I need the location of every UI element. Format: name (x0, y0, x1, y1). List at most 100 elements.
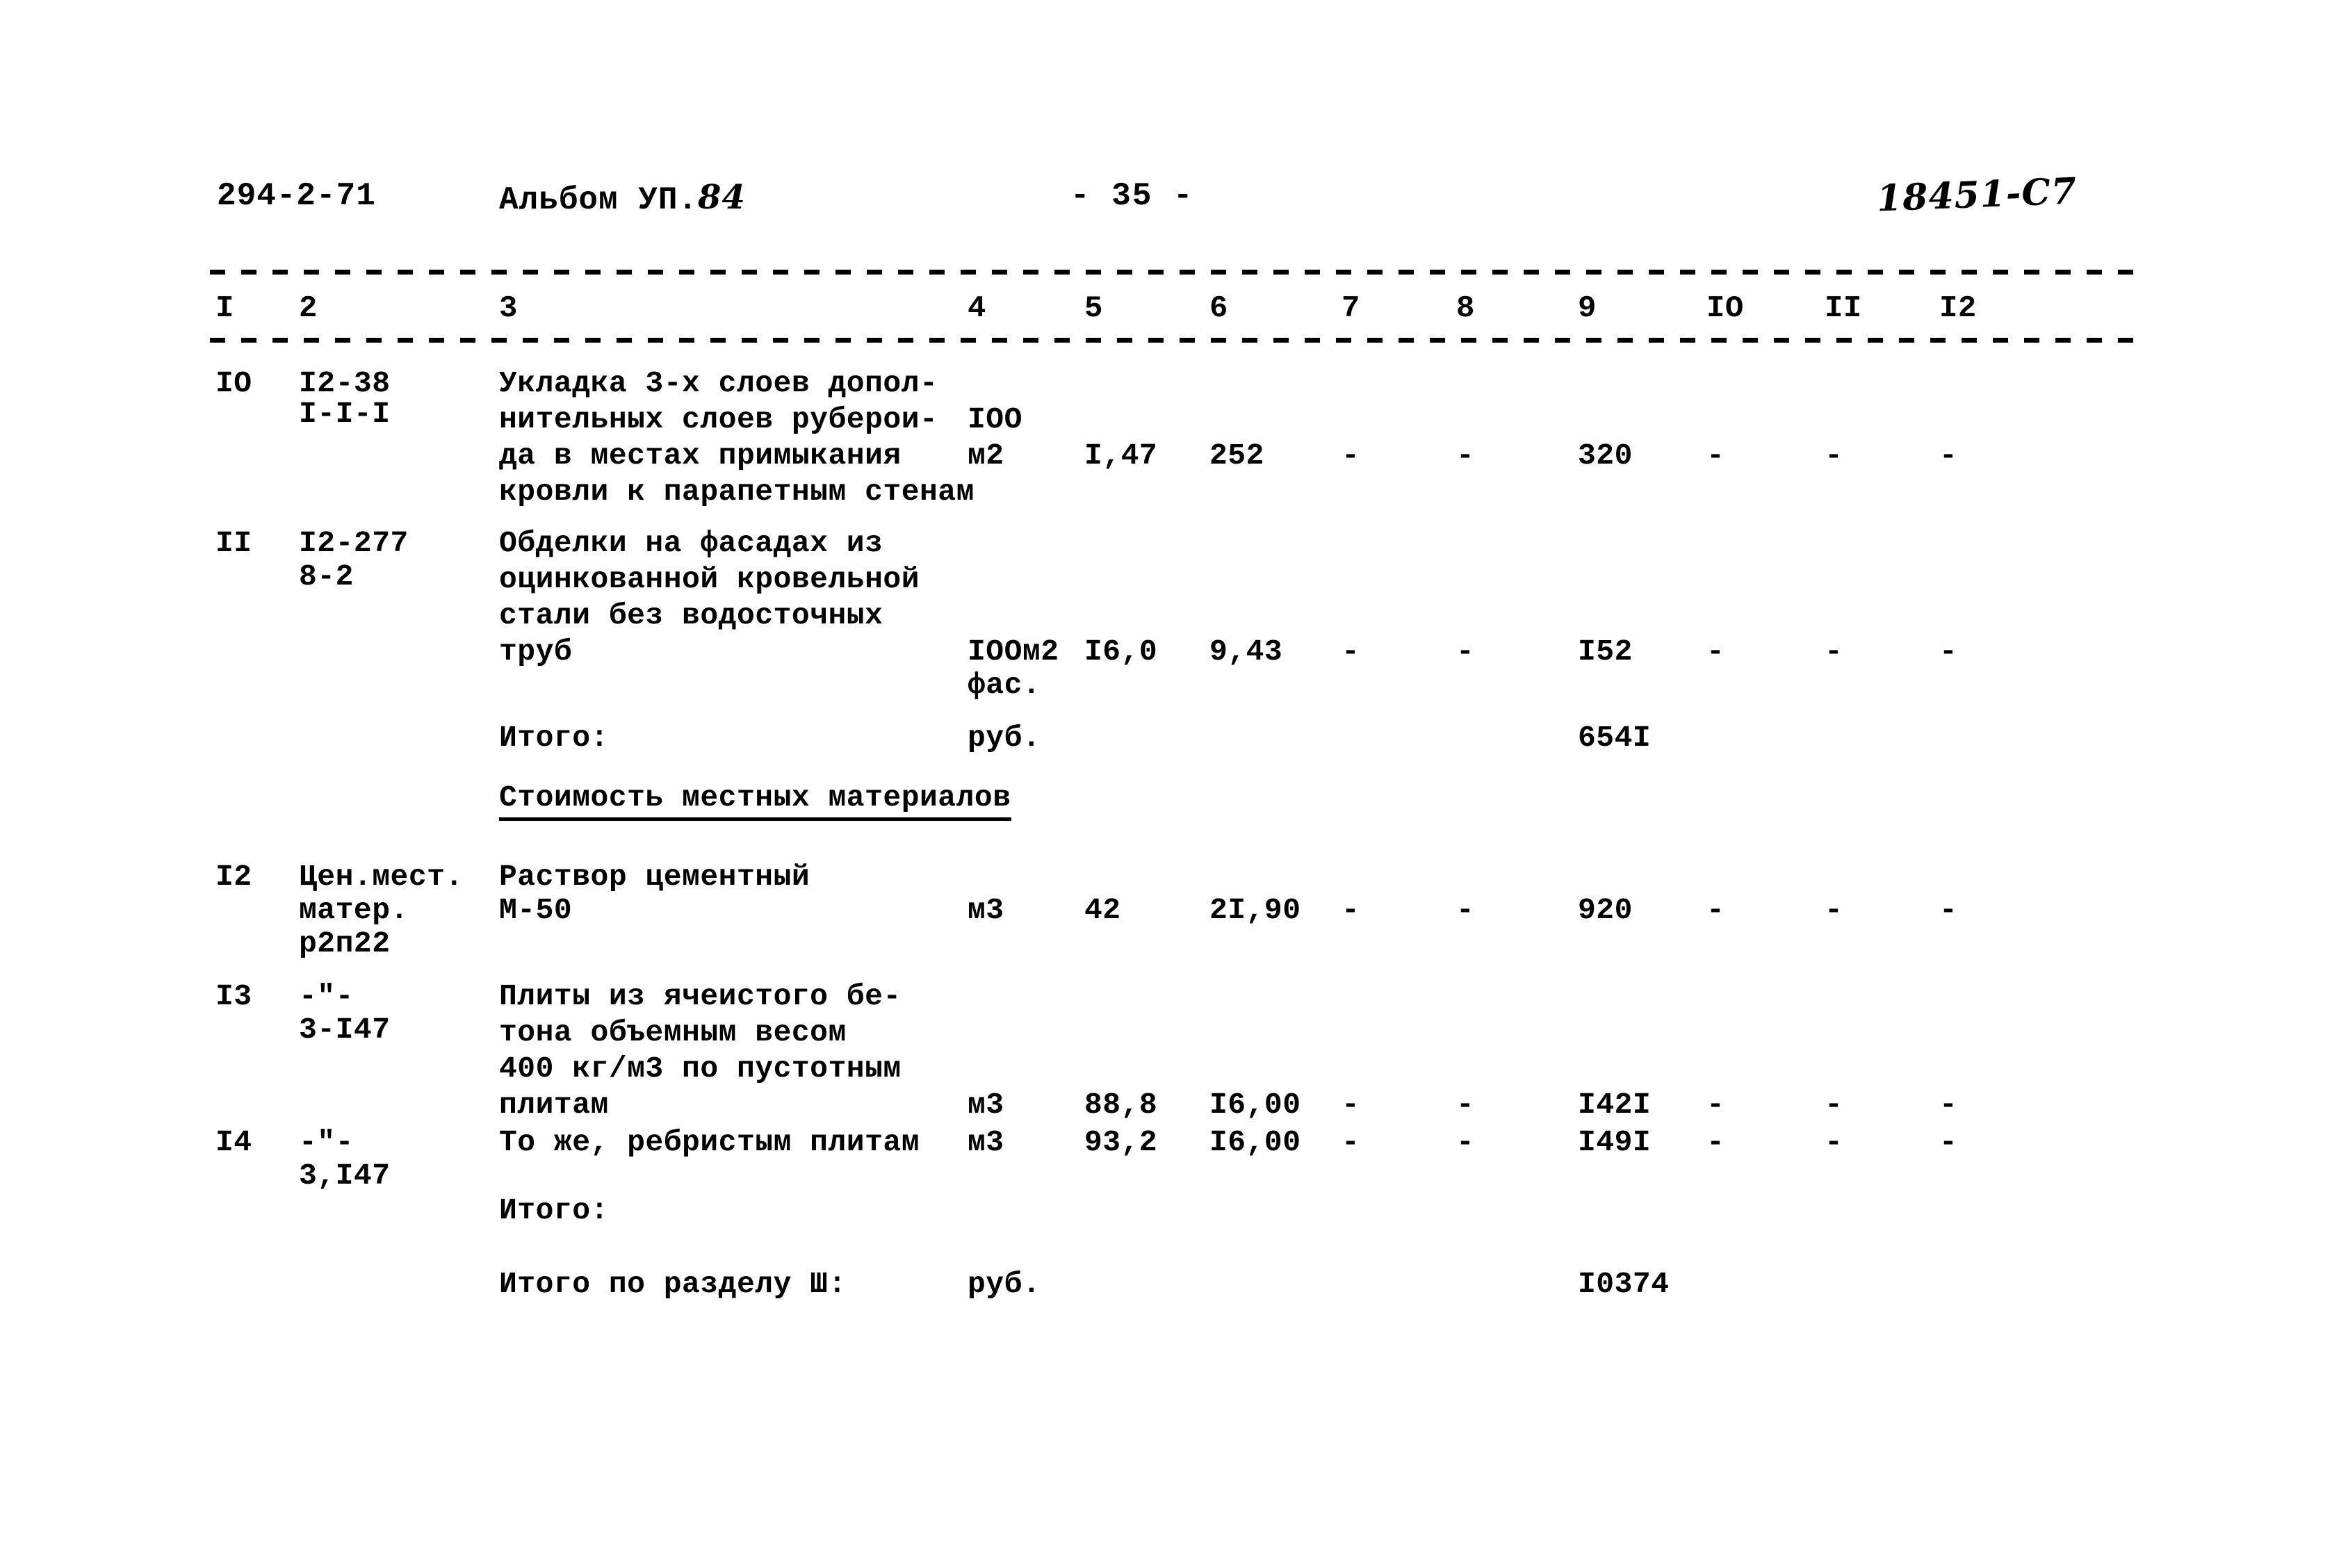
row-number: I3 (215, 979, 252, 1013)
row-quantity: 42 (1084, 893, 1121, 927)
table-header-bottom-rule (210, 338, 2149, 343)
row-col7: - (1342, 439, 1360, 473)
row-description-line: труб (499, 635, 573, 669)
row-description-line: плитам (499, 1088, 609, 1122)
row-code-line: I2-277 (299, 526, 409, 560)
row-col11: - (1825, 893, 1843, 927)
row-code-line: -"- (299, 979, 354, 1013)
column-number-11: II (1825, 291, 1862, 326)
section-total-label: Итого по разделу Ш: (499, 1267, 847, 1301)
subtotal-value: 654I (1578, 721, 1652, 755)
subtotal-label: Итого: (499, 1193, 609, 1227)
row-col10: - (1706, 635, 1725, 669)
row-description-line: 400 кг/м3 по пустотным (499, 1052, 902, 1086)
column-number-9: 9 (1578, 291, 1597, 326)
column-number-3: 3 (499, 291, 518, 326)
table-top-rule (210, 270, 2149, 275)
row-description-line: оцинкованной кровельной (499, 562, 920, 596)
row-code-line: 3-I47 (299, 1013, 391, 1047)
row-col12: - (1939, 1125, 1958, 1159)
row-col8: - (1456, 893, 1475, 927)
page-header: 294-2-71 Альбом УП.84 - 35 - 18451-С7 (0, 170, 2348, 227)
row-total: I49I (1578, 1125, 1652, 1159)
row-description-line: Укладка 3-х слоев допол- (499, 366, 938, 400)
subtotal-label: Итого: (499, 721, 609, 755)
row-number: I2 (215, 860, 252, 894)
row-unit-line: м3 (968, 893, 1004, 927)
row-description-line: То же, ребристым плитам (499, 1125, 920, 1159)
row-number: II (215, 526, 252, 560)
row-number: IO (215, 366, 252, 400)
row-col8: - (1456, 1088, 1475, 1122)
row-description-line: кровли к парапетным стенам (499, 475, 975, 509)
row-col12: - (1939, 1088, 1958, 1122)
row-col11: - (1825, 635, 1843, 669)
row-code-line: -"- (299, 1125, 354, 1159)
row-quantity: 88,8 (1084, 1088, 1158, 1122)
row-description-line: нительных слоев руберои- (499, 402, 938, 436)
row-code-line: матер. (299, 893, 409, 927)
row-code-line: Цен.мест. (299, 860, 464, 894)
row-unit-line: фас. (968, 668, 1041, 702)
column-number-4: 4 (968, 291, 986, 326)
section-total-unit: руб. (968, 1267, 1041, 1301)
row-col8: - (1456, 635, 1475, 669)
row-description-line: тона объемным весом (499, 1015, 847, 1050)
album-label-text: Альбом УП. (499, 182, 699, 218)
row-description-line: Раствор цементный (499, 860, 810, 894)
row-unit-line: м3 (968, 1125, 1004, 1159)
row-quantity: 93,2 (1084, 1125, 1158, 1159)
row-col10: - (1706, 893, 1725, 927)
row-col7: - (1342, 1088, 1360, 1122)
row-col11: - (1825, 1088, 1843, 1122)
row-unit-price: 2I,90 (1209, 893, 1301, 927)
row-description-line: М-50 (499, 893, 573, 927)
page-number: - 35 - (1070, 178, 1194, 214)
row-col12: - (1939, 439, 1958, 473)
section-total-value: I0374 (1578, 1267, 1670, 1301)
row-col8: - (1456, 1125, 1475, 1159)
row-quantity: I6,0 (1084, 635, 1158, 669)
row-unit-price: 9,43 (1209, 635, 1283, 669)
document-code: 294-2-71 (217, 178, 376, 214)
row-unit-line: IOOм2 (968, 635, 1059, 669)
row-description-line: да в местах примыкания (499, 439, 902, 473)
row-col10: - (1706, 439, 1725, 473)
row-description-line: Обделки на фасадах из (499, 526, 883, 560)
section-heading: Стоимость местных материалов (499, 780, 1011, 821)
row-total: 320 (1578, 439, 1633, 473)
row-col10: - (1706, 1125, 1725, 1159)
document-page: 294-2-71 Альбом УП.84 - 35 - 18451-С7 I … (0, 0, 2348, 1568)
subtotal-unit: руб. (968, 721, 1041, 755)
column-number-6: 6 (1209, 291, 1228, 326)
row-col8: - (1456, 439, 1475, 473)
row-code-line: 3,I47 (299, 1159, 391, 1193)
section-heading-text: Стоимость местных материалов (499, 780, 1011, 821)
column-number-12: I2 (1939, 291, 1977, 326)
row-description-line: Плиты из ячеистого бе- (499, 979, 902, 1013)
column-number-7: 7 (1342, 291, 1360, 326)
row-unit-price: I6,00 (1209, 1125, 1301, 1159)
archive-stamp-handwritten: 18451-С7 (1875, 170, 2078, 220)
row-total: I52 (1578, 635, 1633, 669)
column-number-8: 8 (1456, 291, 1475, 326)
row-code-line: 8-2 (299, 560, 354, 594)
row-unit-line: м2 (968, 439, 1004, 473)
row-unit-price: 252 (1209, 439, 1264, 473)
album-label: Альбом УП.84 (499, 178, 746, 218)
row-col11: - (1825, 1125, 1843, 1159)
row-total: 920 (1578, 893, 1633, 927)
column-number-5: 5 (1084, 291, 1103, 326)
row-unit-line: IOO (968, 402, 1022, 436)
row-col12: - (1939, 893, 1958, 927)
row-col7: - (1342, 893, 1360, 927)
row-col12: - (1939, 635, 1958, 669)
row-col11: - (1825, 439, 1843, 473)
album-number-handwritten: 84 (698, 178, 746, 217)
row-unit-price: I6,00 (1209, 1088, 1301, 1122)
column-number-1: I (215, 291, 234, 326)
row-col10: - (1706, 1088, 1725, 1122)
row-description-line: стали без водосточных (499, 598, 883, 632)
row-code-line: р2п22 (299, 926, 391, 961)
row-number: I4 (215, 1125, 252, 1159)
